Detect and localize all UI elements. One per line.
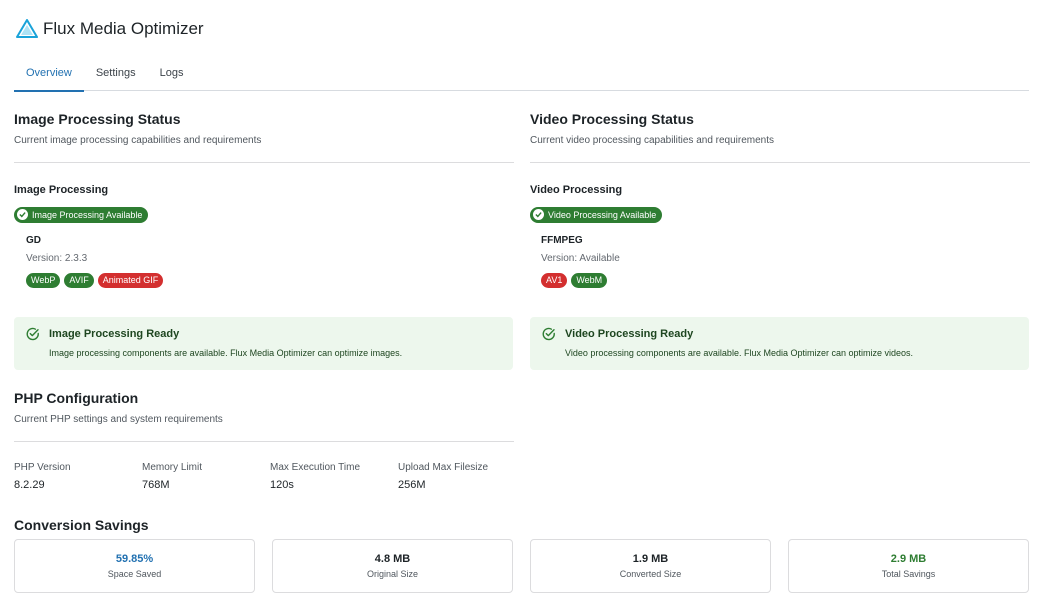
savings-section-title: Conversion Savings [14,517,149,533]
upload-max-filesize-value: 256M [398,479,426,491]
image-section-title: Image Processing Status [14,111,181,127]
savings-card-converted-size: 1.9 MB Converted Size [530,539,771,593]
total-savings-label: Total Savings [881,569,936,579]
converted-size-value: 1.9 MB [632,553,669,565]
total-savings-value: 2.9 MB [890,553,927,565]
max-execution-time-value: 120s [270,479,294,491]
memory-limit-item: Memory Limit 768M [142,462,270,491]
savings-cards: 59.85% Space Saved 4.8 MB Original Size … [14,539,1029,593]
video-processing-subtitle: Video Processing [530,184,623,196]
video-ready-alert: Video Processing Ready Video processing … [530,317,1029,370]
format-badge-avif: AVIF [64,273,94,288]
space-saved-label: Space Saved [107,569,162,579]
php-configuration-section: PHP Configuration Current PHP settings a… [14,390,514,442]
upload-max-filesize-label: Upload Max Filesize [398,462,489,473]
original-size-label: Original Size [366,569,419,579]
check-circle-icon [542,327,555,341]
php-section-description: Current PHP settings and system requirem… [14,414,223,425]
video-processing-section: Video Processing Status Current video pr… [530,111,1030,163]
php-settings-grid: PHP Version 8.2.29 Memory Limit 768M Max… [14,462,526,491]
app-header: Flux Media Optimizer [16,18,204,40]
video-ready-description: Video processing components are availabl… [565,348,914,358]
divider [14,441,514,442]
image-ready-title: Image Processing Ready [49,328,180,340]
memory-limit-value: 768M [142,479,170,491]
space-saved-value: 59.85% [115,553,154,565]
image-status-badge: Image Processing Available [14,206,149,223]
savings-card-total-savings: 2.9 MB Total Savings [788,539,1029,593]
image-status-text: Image Processing Available [32,209,143,220]
image-format-badges: WebP AVIF Animated GIF [26,273,164,288]
image-ready-alert: Image Processing Ready Image processing … [14,317,513,370]
savings-card-original-size: 4.8 MB Original Size [272,539,513,593]
max-execution-time-label: Max Execution Time [270,462,361,473]
upload-max-filesize-item: Upload Max Filesize 256M [398,462,526,491]
image-library-name: GD [26,235,41,246]
video-ready-title: Video Processing Ready [565,328,694,340]
savings-card-space-saved: 59.85% Space Saved [14,539,255,593]
video-status-text: Video Processing Available [548,209,657,220]
php-version-value: 8.2.29 [14,479,45,491]
tab-overview[interactable]: Overview [14,60,84,92]
format-badge-webm: WebM [571,273,608,288]
video-status-badge: Video Processing Available [530,206,663,223]
format-badge-av1: AV1 [541,273,568,288]
app-logo-icon [16,19,38,38]
video-section-description: Current video processing capabilities an… [530,135,775,146]
video-format-badges: AV1 WebM [541,273,608,288]
divider [530,162,1030,163]
image-processing-subtitle: Image Processing [14,184,109,196]
image-processing-section: Image Processing Status Current image pr… [14,111,514,163]
video-library-version: Version: Available [541,253,620,264]
format-badge-webp: WebP [26,273,61,288]
check-circle-icon [17,209,28,220]
image-ready-description: Image processing components are availabl… [49,348,403,358]
check-circle-icon [26,327,39,341]
tab-bar: Overview Settings Logs [14,60,1029,92]
tab-logs[interactable]: Logs [148,60,196,91]
memory-limit-label: Memory Limit [142,462,203,473]
check-circle-icon [533,209,544,220]
image-section-description: Current image processing capabilities an… [14,135,262,146]
app-title: Flux Media Optimizer [43,19,204,38]
converted-size-label: Converted Size [619,569,682,579]
php-version-label: PHP Version [14,462,71,473]
max-execution-time-item: Max Execution Time 120s [270,462,398,491]
format-badge-animated-gif: Animated GIF [97,273,164,288]
image-library-version: Version: 2.3.3 [26,253,88,264]
original-size-value: 4.8 MB [374,553,411,565]
tab-settings[interactable]: Settings [84,60,148,91]
divider [14,162,514,163]
php-section-title: PHP Configuration [14,390,139,406]
video-library-name: FFMPEG [541,235,583,246]
video-section-title: Video Processing Status [530,111,694,127]
php-version-item: PHP Version 8.2.29 [14,462,142,491]
